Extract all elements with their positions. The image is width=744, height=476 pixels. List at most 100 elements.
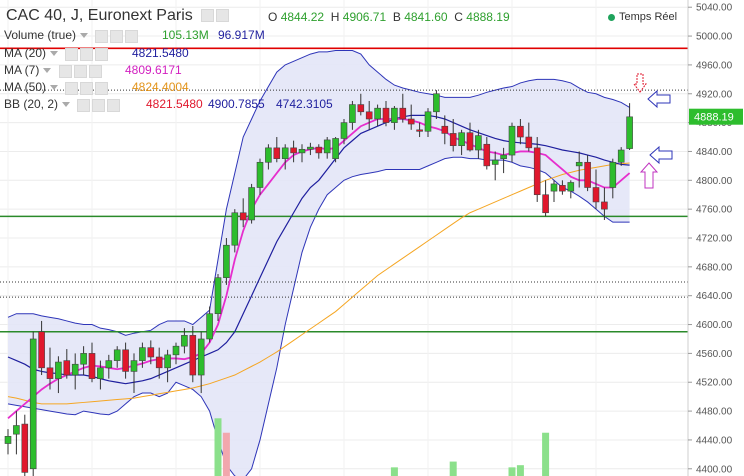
candle-body bbox=[248, 187, 255, 221]
chevron-down-icon[interactable] bbox=[43, 68, 52, 74]
gear-icon[interactable] bbox=[110, 29, 124, 43]
close-icon[interactable] bbox=[95, 81, 109, 95]
candle-body bbox=[4, 436, 12, 444]
gear-icon[interactable] bbox=[80, 81, 94, 95]
gear-icon[interactable] bbox=[216, 9, 230, 23]
close-icon[interactable] bbox=[88, 64, 102, 78]
candle-body bbox=[105, 360, 113, 369]
chevron-down-icon[interactable] bbox=[80, 33, 89, 39]
candle-body bbox=[407, 118, 415, 125]
candle-body bbox=[483, 143, 491, 167]
up-arrow-icon bbox=[639, 162, 659, 189]
ma50-value: 4824.4004 bbox=[132, 80, 189, 94]
left-arrow-icon bbox=[649, 145, 673, 165]
eye-icon[interactable] bbox=[65, 47, 79, 61]
candle-body bbox=[357, 104, 365, 113]
candle-body bbox=[88, 353, 96, 379]
ma20-value: 4821.5480 bbox=[132, 46, 189, 60]
candle-body bbox=[223, 244, 230, 278]
chevron-down-icon[interactable] bbox=[62, 102, 71, 108]
candle-body bbox=[281, 147, 289, 159]
bb-fill bbox=[8, 50, 630, 476]
eye-icon[interactable] bbox=[95, 29, 109, 43]
y-tick-label: 4840.00 bbox=[696, 147, 733, 158]
candle-body bbox=[256, 161, 264, 188]
volume-bar bbox=[390, 467, 398, 476]
candle-body bbox=[458, 132, 465, 146]
candle-body bbox=[307, 146, 314, 150]
last-price-label: 4888.19 bbox=[694, 112, 734, 124]
candle-body bbox=[29, 338, 37, 470]
close-icon[interactable] bbox=[107, 98, 121, 112]
eye-icon[interactable] bbox=[58, 64, 72, 78]
candle-body bbox=[500, 154, 507, 159]
ohlc-readout: O 4844.22 H 4906.71 B 4841.60 C 4888.19 bbox=[268, 10, 510, 24]
candle-body bbox=[147, 347, 155, 358]
y-tick-label: 4480.00 bbox=[696, 407, 733, 418]
candle-body bbox=[626, 116, 633, 149]
close-icon[interactable] bbox=[125, 29, 139, 43]
candle-body bbox=[38, 331, 45, 369]
candle-body bbox=[164, 354, 171, 369]
candlesticks bbox=[4, 90, 633, 476]
y-tick-label: 4720.00 bbox=[696, 234, 733, 245]
y-tick-label: 4520.00 bbox=[696, 378, 733, 389]
volume-bar bbox=[449, 461, 457, 476]
eye-icon[interactable] bbox=[77, 98, 91, 112]
candle-body bbox=[113, 349, 121, 361]
y-tick-label: 4440.00 bbox=[696, 435, 733, 446]
candle-body bbox=[197, 338, 205, 376]
candle-body bbox=[491, 159, 499, 165]
close-icon[interactable] bbox=[95, 47, 109, 61]
candle-body bbox=[441, 125, 449, 134]
candle-body bbox=[13, 425, 20, 435]
volume-bar bbox=[214, 418, 222, 476]
ma7-value: 4809.6171 bbox=[125, 63, 182, 77]
eye-icon[interactable] bbox=[201, 9, 215, 23]
candle-body bbox=[214, 277, 222, 315]
candle-body bbox=[332, 138, 339, 159]
gear-icon[interactable] bbox=[92, 98, 106, 112]
candle-body bbox=[130, 360, 138, 372]
candle-body bbox=[609, 161, 617, 188]
gear-icon[interactable] bbox=[80, 47, 94, 61]
chevron-down-icon[interactable] bbox=[50, 85, 59, 91]
y-tick-label: 5040.00 bbox=[696, 3, 733, 14]
y-tick-label: 4600.00 bbox=[696, 320, 733, 331]
volume-bar bbox=[542, 432, 550, 476]
candle-body bbox=[533, 147, 541, 196]
candle-body bbox=[323, 139, 331, 154]
y-tick-label: 4800.00 bbox=[696, 176, 733, 187]
bollinger-bands bbox=[7, 49, 630, 476]
candle-body bbox=[475, 135, 482, 151]
candle-body bbox=[542, 194, 549, 214]
eye-icon[interactable] bbox=[65, 81, 79, 95]
symbol-tools[interactable] bbox=[201, 7, 231, 25]
price-chart[interactable]: 4400.00 4440.00 4480.00 4520.00 4560.00 4600.… bbox=[0, 0, 744, 476]
candle-body bbox=[298, 148, 306, 154]
chevron-down-icon[interactable] bbox=[50, 51, 59, 57]
realtime-status: Temps Réel bbox=[608, 11, 677, 23]
candle-body bbox=[97, 367, 104, 379]
candle-body bbox=[349, 104, 356, 123]
bb-value-upper: 4900.7855 bbox=[208, 97, 265, 111]
y-tick-label: 4560.00 bbox=[696, 349, 733, 360]
y-tick-label: 5000.00 bbox=[696, 32, 733, 43]
status-dot-icon bbox=[608, 13, 615, 21]
candle-body bbox=[559, 185, 566, 192]
indicator-bb[interactable]: BB (20, 2) bbox=[4, 97, 122, 112]
indicator-ma7[interactable]: MA (7) bbox=[4, 63, 104, 78]
candle-body bbox=[601, 201, 608, 210]
candle-body bbox=[449, 133, 457, 146]
candle-body bbox=[508, 125, 516, 156]
gear-icon[interactable] bbox=[73, 64, 87, 78]
candle-body bbox=[584, 161, 591, 188]
candle-body bbox=[63, 360, 71, 376]
indicator-volume[interactable]: Volume (true) bbox=[4, 28, 140, 43]
indicator-ma20[interactable]: MA (20) bbox=[4, 46, 110, 61]
candle-body bbox=[21, 423, 29, 473]
symbol-title[interactable]: CAC 40, J, Euronext Paris bbox=[6, 7, 231, 25]
y-tick-label: 4640.00 bbox=[696, 291, 733, 302]
y-tick-label: 4920.00 bbox=[696, 89, 733, 100]
indicator-ma50[interactable]: MA (50) bbox=[4, 80, 110, 95]
